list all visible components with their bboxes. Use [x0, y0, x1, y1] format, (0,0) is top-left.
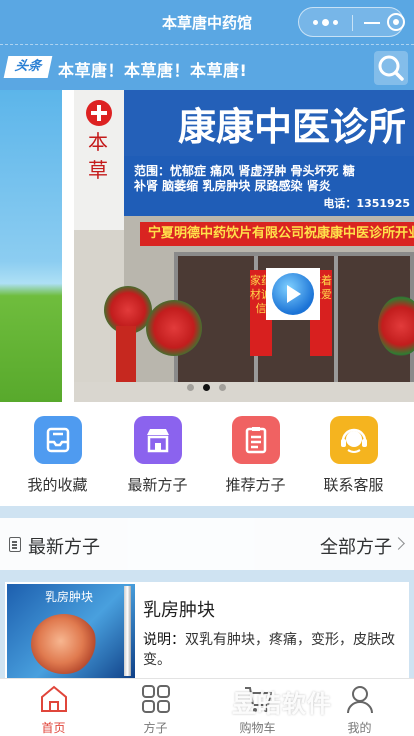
capsule-divider — [352, 15, 353, 31]
grid-icon — [142, 685, 170, 713]
sign-phone: 电话：1351925 — [323, 197, 410, 210]
watermark: 昱皓软件 — [232, 690, 332, 718]
search-button[interactable] — [374, 51, 408, 85]
slide-gap — [62, 90, 74, 402]
menu-customer-service[interactable]: 联系客服 — [302, 402, 405, 506]
close-target-icon[interactable] — [387, 13, 405, 31]
carousel-indicator — [185, 382, 229, 392]
carousel-dot[interactable] — [187, 384, 194, 391]
carousel-dot-active[interactable] — [203, 384, 210, 391]
flower-basket — [146, 300, 202, 356]
more-menu-icon[interactable] — [311, 14, 341, 30]
shop-icon — [134, 416, 182, 464]
search-icon — [378, 55, 404, 81]
play-video-button[interactable] — [266, 268, 320, 320]
headline-text[interactable]: 本草唐！本草唐！本草唐! — [58, 57, 247, 81]
tab-label: 方子 — [143, 721, 168, 735]
flower-stand — [116, 326, 136, 382]
tab-recipes[interactable]: 方子 — [104, 679, 207, 736]
menu-my-favorites[interactable]: 我的收藏 — [6, 402, 109, 506]
sign-side-char-2: 草 — [88, 158, 108, 182]
user-icon — [347, 686, 373, 714]
chevron-right-icon — [392, 537, 405, 550]
tab-home[interactable]: 首页 — [2, 679, 105, 736]
tab-label: 购物车 — [239, 721, 276, 735]
sign-side-char-1: 本 — [88, 130, 108, 154]
tab-label: 首页 — [41, 721, 66, 735]
list-item[interactable]: 乳房肿块 乳房肿块 说明：双乳有肿块，疼痛，变形，皮肤改变。 — [5, 582, 409, 678]
headline-bar: 头条 本草唐！本草唐！本草唐! — [0, 44, 414, 90]
menu-label: 推荐方子 — [225, 476, 286, 494]
title-bar: 本草唐中药馆 — [0, 0, 414, 44]
sign-line-1: 范围：忧郁症 痛风 肾虚浮肿 骨头坏死 糖 — [134, 164, 355, 178]
tab-label: 我的 — [347, 721, 372, 735]
mini-program-capsule — [298, 7, 405, 37]
latest-recipes-header: 最新方子 全部方子 — [0, 518, 414, 570]
quick-menu: 我的收藏 最新方子 推荐方子 联系客服 — [0, 402, 414, 506]
thumbnail-pin — [124, 586, 131, 676]
banner-carousel[interactable]: 康康中医诊所 本 草 范围：忧郁症 痛风 肾虚浮肿 骨头坏死 糖 补肾 脑萎缩 … — [0, 90, 414, 402]
description-label: 说明： — [143, 632, 185, 648]
menu-label: 最新方子 — [127, 476, 188, 494]
menu-recommended-recipes[interactable]: 推荐方子 — [204, 402, 307, 506]
play-icon — [287, 285, 301, 303]
carousel-dot[interactable] — [219, 384, 226, 391]
sign-line-2: 补肾 脑萎缩 乳房肿块 尿路感染 肾炎 — [134, 179, 331, 193]
sign-logo: 本 草 — [74, 90, 124, 230]
section-title: 最新方子 — [28, 537, 100, 558]
banner-slide-previous[interactable] — [0, 90, 62, 402]
floor-strip — [74, 382, 414, 402]
headset-icon — [330, 416, 378, 464]
tab-bar: 首页 方子 购物车 我的 — [0, 678, 414, 736]
clipboard-icon — [232, 416, 280, 464]
minimize-icon[interactable] — [364, 22, 380, 24]
banner-slide-clinic[interactable]: 康康中医诊所 本 草 范围：忧郁症 痛风 肾虚浮肿 骨头坏死 糖 补肾 脑萎缩 … — [74, 90, 414, 402]
menu-label: 我的收藏 — [27, 476, 88, 494]
recipe-name: 乳房肿块 — [143, 600, 215, 621]
inbox-icon — [34, 416, 82, 464]
clinic-sign-name: 康康中医诊所 — [178, 104, 407, 149]
recipe-description: 说明：双乳有肿块，疼痛，变形，皮肤改变。 — [143, 630, 397, 670]
red-cross-icon — [86, 100, 112, 126]
all-recipes-link[interactable]: 全部方子 — [320, 533, 392, 559]
menu-label: 联系客服 — [323, 476, 384, 494]
clinic-sign-description: 范围：忧郁症 痛风 肾虚浮肿 骨头坏死 糖 补肾 脑萎缩 乳房肿块 尿路感染 肾… — [124, 156, 414, 216]
menu-newest-recipes[interactable]: 最新方子 — [106, 402, 209, 506]
recipe-thumbnail: 乳房肿块 — [7, 584, 135, 678]
document-icon — [9, 537, 21, 552]
thumbnail-title: 乳房肿块 — [45, 590, 94, 604]
home-icon — [41, 685, 67, 712]
thumbnail-illustration — [31, 614, 97, 674]
celebration-banner: 宁夏明德中药饮片有限公司祝康康中医诊所开业大 — [140, 222, 414, 246]
headline-tag: 头条 — [3, 56, 53, 78]
